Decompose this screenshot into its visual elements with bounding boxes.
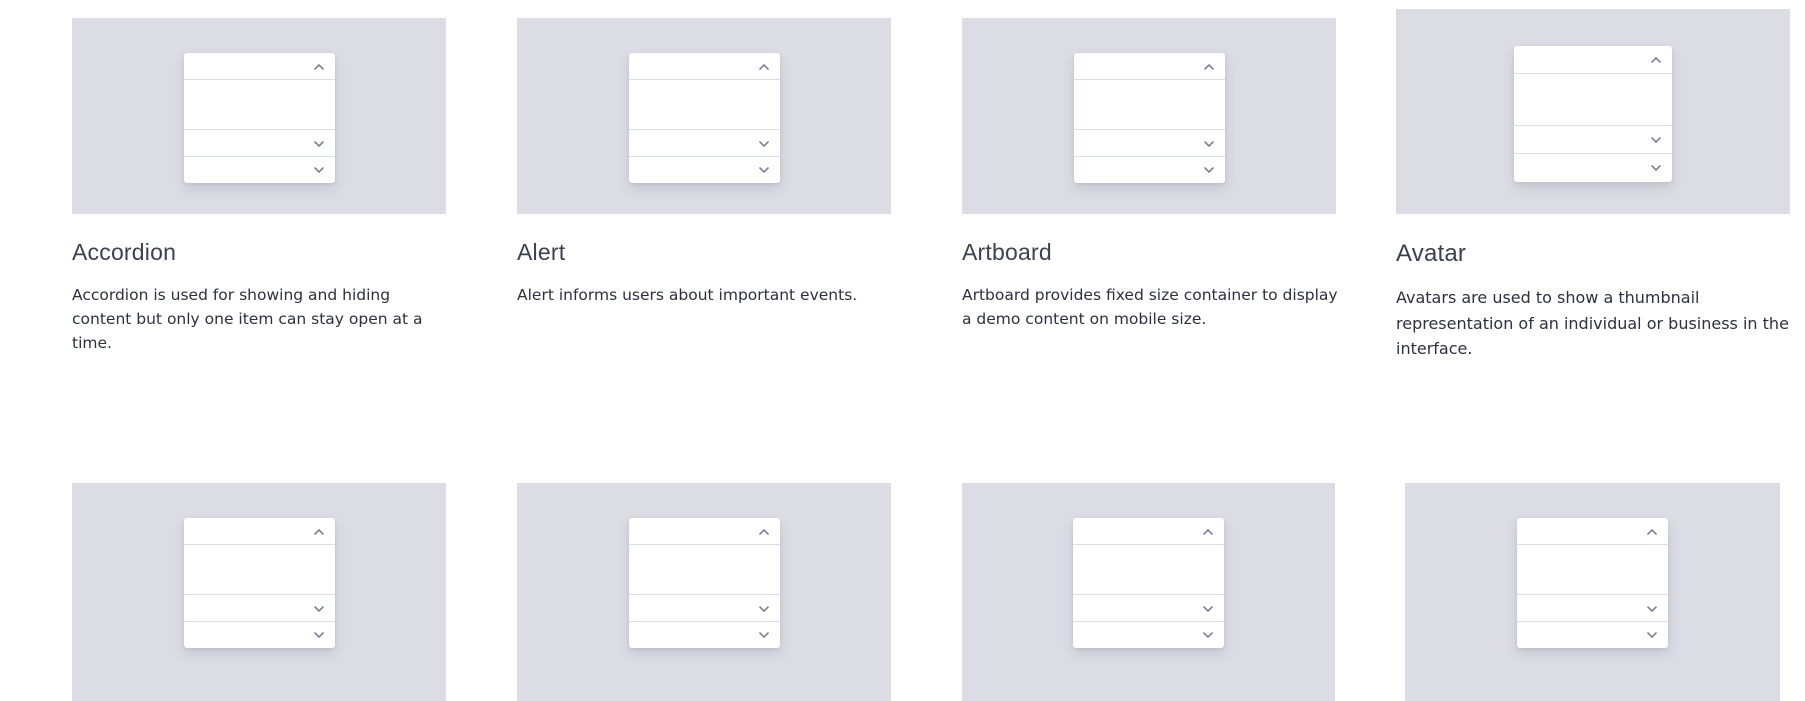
- accordion-header[interactable]: [1073, 518, 1224, 545]
- accordion-preview: [184, 53, 335, 183]
- chevron-down-icon[interactable]: [756, 601, 772, 617]
- accordion-header[interactable]: [1073, 622, 1224, 648]
- accordion-header[interactable]: [184, 622, 335, 648]
- accordion-header[interactable]: [184, 595, 335, 622]
- component-card[interactable]: [1405, 483, 1780, 701]
- chevron-down-icon[interactable]: [1648, 160, 1664, 176]
- card-title[interactable]: Avatar: [1396, 240, 1466, 268]
- accordion-header[interactable]: [629, 130, 780, 157]
- accordion-header[interactable]: [184, 518, 335, 545]
- component-card-accordion[interactable]: Accordion Accordion is used for showing …: [72, 18, 446, 352]
- accordion-header[interactable]: [1517, 518, 1668, 545]
- accordion-header[interactable]: [629, 595, 780, 622]
- component-preview: [962, 18, 1336, 214]
- component-card-alert[interactable]: Alert Alert informs users about importan…: [517, 18, 891, 338]
- card-description: Avatars are used to show a thumbnail rep…: [1396, 288, 1789, 358]
- component-preview: [517, 18, 891, 214]
- accordion-header[interactable]: [1074, 130, 1225, 157]
- component-preview: [962, 483, 1335, 701]
- chevron-down-icon[interactable]: [1200, 627, 1216, 643]
- chevron-down-icon[interactable]: [1201, 162, 1217, 178]
- component-preview: [72, 18, 446, 214]
- accordion-header[interactable]: [1073, 595, 1224, 622]
- accordion-header[interactable]: [1514, 154, 1672, 182]
- chevron-down-icon[interactable]: [756, 627, 772, 643]
- component-card[interactable]: [517, 483, 891, 701]
- accordion-header[interactable]: [629, 157, 780, 183]
- chevron-down-icon[interactable]: [1648, 132, 1664, 148]
- accordion-panel: [629, 545, 780, 595]
- chevron-down-icon[interactable]: [1644, 627, 1660, 643]
- chevron-down-icon[interactable]: [756, 136, 772, 152]
- component-preview: [517, 483, 891, 701]
- accordion-header[interactable]: [184, 157, 335, 183]
- accordion-preview: [629, 53, 780, 183]
- card-description: Alert informs users about important even…: [517, 286, 858, 304]
- accordion-preview: [184, 518, 335, 648]
- accordion-header[interactable]: [1517, 595, 1668, 622]
- chevron-down-icon[interactable]: [311, 601, 327, 617]
- accordion-header[interactable]: [184, 130, 335, 157]
- card-description: Artboard provides fixed size container t…: [962, 286, 1338, 328]
- component-card[interactable]: [72, 483, 446, 701]
- accordion-panel: [184, 545, 335, 595]
- chevron-down-icon[interactable]: [756, 162, 772, 178]
- chevron-up-icon[interactable]: [1648, 52, 1664, 68]
- chevron-down-icon[interactable]: [311, 162, 327, 178]
- chevron-down-icon[interactable]: [1201, 136, 1217, 152]
- chevron-up-icon[interactable]: [1200, 524, 1216, 540]
- accordion-header[interactable]: [1074, 53, 1225, 80]
- accordion-preview: [1514, 46, 1672, 182]
- chevron-up-icon[interactable]: [1644, 524, 1660, 540]
- chevron-up-icon[interactable]: [311, 59, 327, 75]
- chevron-down-icon[interactable]: [311, 627, 327, 643]
- component-preview: [1405, 483, 1780, 701]
- accordion-panel: [1514, 74, 1672, 126]
- chevron-up-icon[interactable]: [756, 524, 772, 540]
- component-preview: [1396, 9, 1790, 214]
- accordion-header[interactable]: [1074, 157, 1225, 183]
- chevron-up-icon[interactable]: [756, 59, 772, 75]
- accordion-panel: [1517, 545, 1668, 595]
- component-card-avatar[interactable]: Avatar Avatars are used to show a thumbn…: [1396, 9, 1790, 358]
- accordion-preview: [1074, 53, 1225, 183]
- component-preview: [72, 483, 446, 701]
- card-title[interactable]: Accordion: [72, 239, 176, 266]
- chevron-down-icon[interactable]: [311, 136, 327, 152]
- accordion-preview: [1517, 518, 1668, 648]
- card-title[interactable]: Artboard: [962, 239, 1052, 266]
- accordion-header[interactable]: [1514, 46, 1672, 74]
- accordion-panel: [184, 80, 335, 130]
- accordion-preview: [629, 518, 780, 648]
- accordion-header[interactable]: [629, 622, 780, 648]
- component-card[interactable]: [962, 483, 1335, 701]
- accordion-panel: [1073, 545, 1224, 595]
- chevron-down-icon[interactable]: [1644, 601, 1660, 617]
- component-gallery: Accordion Accordion is used for showing …: [0, 0, 1805, 701]
- accordion-header[interactable]: [1514, 126, 1672, 154]
- accordion-panel: [629, 80, 780, 130]
- accordion-header[interactable]: [184, 53, 335, 80]
- accordion-panel: [1074, 80, 1225, 130]
- accordion-header[interactable]: [629, 518, 780, 545]
- chevron-up-icon[interactable]: [1201, 59, 1217, 75]
- component-card-artboard[interactable]: Artboard Artboard provides fixed size co…: [962, 18, 1338, 338]
- accordion-header[interactable]: [1517, 622, 1668, 648]
- chevron-up-icon[interactable]: [311, 524, 327, 540]
- card-description: Accordion is used for showing and hiding…: [72, 286, 423, 352]
- chevron-down-icon[interactable]: [1200, 601, 1216, 617]
- card-title[interactable]: Alert: [517, 239, 565, 266]
- accordion-preview: [1073, 518, 1224, 648]
- accordion-header[interactable]: [629, 53, 780, 80]
